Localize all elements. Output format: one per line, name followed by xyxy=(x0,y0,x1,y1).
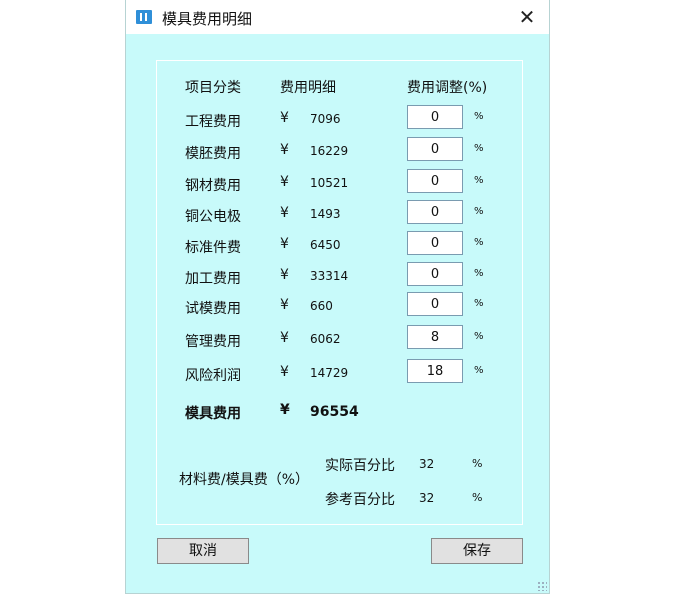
header-detail: 费用明细 xyxy=(280,80,336,96)
row-amount: 7096 xyxy=(310,112,341,126)
window-title: 模具费用明细 xyxy=(162,10,253,28)
adjust-input-steel[interactable] xyxy=(407,169,463,193)
adjust-input-engineering[interactable] xyxy=(407,105,463,129)
currency-symbol: ¥ xyxy=(280,205,289,221)
cost-row-standard-parts: 标准件费 ¥ 6450 % xyxy=(157,229,522,259)
row-label: 铜公电极 xyxy=(185,209,241,225)
close-button[interactable]: ✕ xyxy=(515,5,539,29)
currency-symbol: ¥ xyxy=(280,267,289,283)
row-amount: 16229 xyxy=(310,144,349,158)
app-icon xyxy=(136,10,152,24)
row-amount: 6450 xyxy=(310,238,341,252)
material-ratio-title: 材料费/模具费（%） xyxy=(179,472,310,488)
total-amount: 96554 xyxy=(310,404,359,420)
percent-unit: % xyxy=(474,237,484,248)
cost-detail-dialog: 模具费用明细 ✕ 项目分类 费用明细 费用调整(%) 工程费用 ¥ 7096 %… xyxy=(125,0,550,594)
percent-unit: % xyxy=(474,298,484,309)
reference-percent-label: 参考百分比 xyxy=(325,492,395,508)
adjust-input-standard-parts[interactable] xyxy=(407,231,463,255)
adjust-input-processing[interactable] xyxy=(407,262,463,286)
row-label: 模胚费用 xyxy=(185,146,241,162)
reference-percent-value: 32 xyxy=(419,491,435,505)
percent-unit: % xyxy=(474,365,484,376)
cost-row-steel: 钢材费用 ¥ 10521 % xyxy=(157,167,522,197)
percent-unit: % xyxy=(474,111,484,122)
total-label: 模具费用 xyxy=(185,406,241,422)
currency-symbol: ¥ xyxy=(280,402,290,418)
cost-row-management: 管理费用 ¥ 6062 % xyxy=(157,323,522,353)
save-button[interactable]: 保存 xyxy=(431,538,523,564)
cost-row-trial-mold: 试模费用 ¥ 660 % xyxy=(157,290,522,320)
row-label: 标准件费 xyxy=(185,240,241,256)
percent-unit: % xyxy=(474,206,484,217)
percent-unit: % xyxy=(472,491,483,504)
adjust-input-management[interactable] xyxy=(407,325,463,349)
cost-row-electrode: 铜公电极 ¥ 1493 % xyxy=(157,198,522,228)
percent-unit: % xyxy=(472,457,483,470)
title-bar: 模具费用明细 ✕ xyxy=(126,0,549,34)
row-label: 管理费用 xyxy=(185,334,241,350)
adjust-input-trial-mold[interactable] xyxy=(407,292,463,316)
percent-unit: % xyxy=(474,331,484,342)
cost-row-risk-profit: 风险利润 ¥ 14729 % xyxy=(157,357,522,387)
actual-percent-label: 实际百分比 xyxy=(325,458,395,474)
row-amount: 1493 xyxy=(310,207,341,221)
cost-row-engineering: 工程费用 ¥ 7096 % xyxy=(157,103,522,133)
row-amount: 10521 xyxy=(310,176,349,190)
row-label: 钢材费用 xyxy=(185,178,241,194)
header-category: 项目分类 xyxy=(185,80,241,96)
currency-symbol: ¥ xyxy=(280,110,289,126)
adjust-input-mold-base[interactable] xyxy=(407,137,463,161)
row-amount: 33314 xyxy=(310,269,349,283)
percent-unit: % xyxy=(474,268,484,279)
row-amount: 660 xyxy=(310,299,333,313)
percent-unit: % xyxy=(474,143,484,154)
resize-grip-icon[interactable] xyxy=(537,581,547,591)
actual-percent-value: 32 xyxy=(419,457,435,471)
currency-symbol: ¥ xyxy=(280,330,289,346)
currency-symbol: ¥ xyxy=(280,174,289,190)
cost-row-mold-base: 模胚费用 ¥ 16229 % xyxy=(157,135,522,165)
row-label: 风险利润 xyxy=(185,368,241,384)
adjust-input-risk-profit[interactable] xyxy=(407,359,463,383)
percent-unit: % xyxy=(474,175,484,186)
row-label: 试模费用 xyxy=(185,301,241,317)
currency-symbol: ¥ xyxy=(280,142,289,158)
row-label: 加工费用 xyxy=(185,271,241,287)
currency-symbol: ¥ xyxy=(280,236,289,252)
row-amount: 14729 xyxy=(310,366,349,380)
cost-panel: 项目分类 费用明细 费用调整(%) 工程费用 ¥ 7096 % 模胚费用 ¥ 1… xyxy=(156,60,523,525)
adjust-input-electrode[interactable] xyxy=(407,200,463,224)
total-row: 模具费用 ¥ 96554 xyxy=(157,395,522,425)
currency-symbol: ¥ xyxy=(280,364,289,380)
header-adjust: 费用调整(%) xyxy=(407,80,488,96)
cost-row-processing: 加工费用 ¥ 33314 % xyxy=(157,260,522,290)
cancel-button[interactable]: 取消 xyxy=(157,538,249,564)
row-amount: 6062 xyxy=(310,332,341,346)
row-label: 工程费用 xyxy=(185,114,241,130)
currency-symbol: ¥ xyxy=(280,297,289,313)
